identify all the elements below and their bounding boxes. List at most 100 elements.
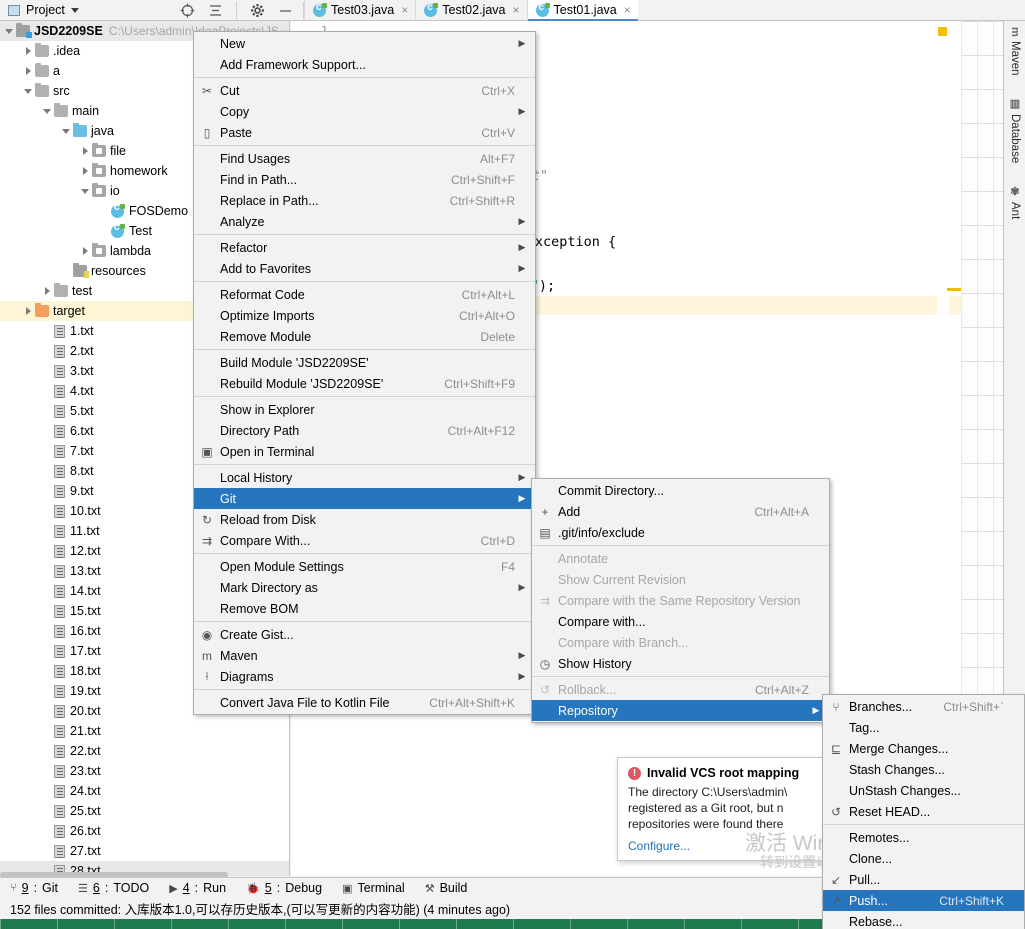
menu-item-local-history[interactable]: Local History ▶ — [194, 467, 535, 488]
menu-item-label: Add to Favorites — [220, 261, 312, 276]
menu-item-add-to-favorites[interactable]: Add to Favorites ▶ — [194, 258, 535, 279]
menu-item-directory-path[interactable]: Directory Path Ctrl+Alt+F12 — [194, 420, 535, 441]
vcs-error-balloon[interactable]: ! Invalid VCS root mapping The directory… — [617, 757, 855, 861]
menu-item-maven[interactable]: m Maven ▶ — [194, 645, 535, 666]
chevron-down-icon[interactable] — [42, 105, 54, 117]
chevron-down-icon[interactable] — [23, 85, 35, 97]
tree-node-22-txt[interactable]: 22.txt — [0, 741, 289, 761]
chevron-right-icon[interactable] — [42, 285, 54, 297]
tool-tab-maven[interactable]: m Maven — [1004, 23, 1025, 89]
menu-item-find-in-path[interactable]: Find in Path... Ctrl+Shift+F — [194, 169, 535, 190]
menu-item-cut[interactable]: ✂ Cut Ctrl+X — [194, 80, 535, 101]
menu-item-remotes[interactable]: Remotes... — [823, 827, 1024, 848]
tree-node-25-txt[interactable]: 25.txt — [0, 801, 289, 821]
menu-item-reset-head[interactable]: ↺ Reset HEAD... — [823, 801, 1024, 822]
menu-item-open-in-terminal[interactable]: ▣ Open in Terminal — [194, 441, 535, 462]
menu-item-build-module-jsd2209se[interactable]: Build Module 'JSD2209SE' — [194, 352, 535, 373]
chevron-right-icon[interactable] — [80, 245, 92, 257]
menu-item-stash-changes[interactable]: Stash Changes... — [823, 759, 1024, 780]
chevron-down-icon[interactable] — [80, 185, 92, 197]
close-icon[interactable]: × — [401, 3, 408, 17]
menu-item-branches[interactable]: ⑂ Branches... Ctrl+Shift+` — [823, 696, 1024, 717]
menu-item-copy[interactable]: Copy ▶ — [194, 101, 535, 122]
menu-item-repository[interactable]: Repository ▶ — [532, 700, 829, 721]
menu-item-find-usages[interactable]: Find Usages Alt+F7 — [194, 148, 535, 169]
tree-node-26-txt[interactable]: 26.txt — [0, 821, 289, 841]
bottom-tab-debug[interactable]: 🐞 5: Debug — [246, 881, 322, 895]
menu-item-label: Rebuild Module 'JSD2209SE' — [220, 376, 384, 391]
menu-item-git[interactable]: Git ▶ — [194, 488, 535, 509]
menu-item-reload-from-disk[interactable]: ↻ Reload from Disk — [194, 509, 535, 530]
menu-item-commit-directory[interactable]: Commit Directory... — [532, 480, 829, 501]
menu-item-rebase[interactable]: Rebase... — [823, 911, 1024, 929]
tool-tab-database[interactable]: ▥ Database — [1004, 93, 1025, 175]
balloon-line-2: registered as a Git root, but n — [628, 801, 784, 815]
bottom-tab-run[interactable]: ▶ 4: Run — [169, 881, 226, 895]
terminal-icon: ▣ — [201, 444, 213, 459]
menu-item-add[interactable]: + Add Ctrl+Alt+A — [532, 501, 829, 522]
tree-node-label: 10.txt — [70, 504, 101, 518]
tree-node-23-txt[interactable]: 23.txt — [0, 761, 289, 781]
menu-item-create-gist[interactable]: ◉ Create Gist... — [194, 624, 535, 645]
stripe-warning-mark[interactable] — [938, 27, 947, 36]
chevron-down-icon[interactable] — [4, 25, 16, 37]
menu-item-merge-changes[interactable]: ⊑ Merge Changes... — [823, 738, 1024, 759]
bottom-tab-terminal[interactable]: ▣ Terminal — [342, 881, 405, 895]
menu-item-refactor[interactable]: Refactor ▶ — [194, 237, 535, 258]
editor-tab-test01-java[interactable]: Test01.java × — [526, 0, 639, 21]
editor-tab-test03-java[interactable]: Test03.java × — [304, 0, 415, 21]
menu-item-new[interactable]: New ▶ — [194, 33, 535, 54]
context-submenu-git[interactable]: Commit Directory... + Add Ctrl+Alt+A ▤ .git/i… — [531, 478, 830, 723]
close-icon[interactable]: × — [512, 3, 519, 17]
menu-item-analyze[interactable]: Analyze ▶ — [194, 211, 535, 232]
configure-link[interactable]: Configure... — [628, 839, 690, 853]
menu-item-reformat-code[interactable]: Reformat Code Ctrl+Alt+L — [194, 284, 535, 305]
menu-item-replace-in-path[interactable]: Replace in Path... Ctrl+Shift+R — [194, 190, 535, 211]
menu-item-show-in-explorer[interactable]: Show in Explorer — [194, 399, 535, 420]
menu-item-show-history[interactable]: ◷ Show History — [532, 653, 829, 674]
context-submenu-repository[interactable]: ⑂ Branches... Ctrl+Shift+` Tag... ⊑ Merge Cha… — [822, 694, 1025, 929]
menu-item-open-module-settings[interactable]: Open Module Settings F4 — [194, 556, 535, 577]
chevron-down-icon[interactable] — [70, 7, 79, 13]
menu-item-mark-directory-as[interactable]: Mark Directory as ▶ — [194, 577, 535, 598]
bottom-tab-git[interactable]: ⑂ 9: Git — [10, 881, 58, 895]
menu-item-add-framework-support[interactable]: Add Framework Support... — [194, 54, 535, 75]
menu-item-pull[interactable]: ↙ Pull... — [823, 869, 1024, 890]
menu-item-rebuild-module-jsd2209se[interactable]: Rebuild Module 'JSD2209SE' Ctrl+Shift+F9 — [194, 373, 535, 394]
menu-item-compare-with[interactable]: Compare with... — [532, 611, 829, 632]
menu-item-tag[interactable]: Tag... — [823, 717, 1024, 738]
tree-node-21-txt[interactable]: 21.txt — [0, 721, 289, 741]
menu-item-paste[interactable]: ▯ Paste Ctrl+V — [194, 122, 535, 143]
menu-item-clone[interactable]: Clone... — [823, 848, 1024, 869]
locate-icon[interactable] — [180, 3, 195, 18]
menu-item-unstash-changes[interactable]: UnStash Changes... — [823, 780, 1024, 801]
menu-item--git-info-exclude[interactable]: ▤ .git/info/exclude — [532, 522, 829, 543]
menu-item-remove-bom[interactable]: Remove BOM — [194, 598, 535, 619]
chevron-right-icon[interactable] — [23, 305, 35, 317]
chevron-right-icon[interactable] — [23, 65, 35, 77]
gear-icon[interactable] — [250, 3, 265, 18]
tree-node-27-txt[interactable]: 27.txt — [0, 841, 289, 861]
menu-item-push[interactable]: ↗ Push... Ctrl+Shift+K — [823, 890, 1024, 911]
tree-node-24-txt[interactable]: 24.txt — [0, 781, 289, 801]
close-icon[interactable]: × — [624, 3, 631, 17]
menu-item-optimize-imports[interactable]: Optimize Imports Ctrl+Alt+O — [194, 305, 535, 326]
chevron-right-icon[interactable] — [80, 145, 92, 157]
chevron-down-icon[interactable] — [61, 125, 73, 137]
menu-item-convert-java-file-to-kotlin-file[interactable]: Convert Java File to Kotlin File Ctrl+Alt… — [194, 692, 535, 713]
bottom-tab-todo[interactable]: ☰ 6: TODO — [78, 881, 149, 895]
bottom-tab-build[interactable]: ⚒ Build — [425, 881, 468, 895]
menu-item-remove-module[interactable]: Remove Module Delete — [194, 326, 535, 347]
menu-item-compare-with[interactable]: ⇉ Compare With... Ctrl+D — [194, 530, 535, 551]
chevron-right-icon[interactable] — [80, 165, 92, 177]
tool-tab-ant[interactable]: ✾ Ant — [1004, 181, 1025, 233]
menu-item-diagrams[interactable]: ⟊ Diagrams ▶ — [194, 666, 535, 687]
project-tool-window-header[interactable]: Project — [0, 3, 170, 17]
minimize-icon[interactable] — [278, 3, 293, 18]
editor-tab-test02-java[interactable]: Test02.java × — [415, 0, 526, 21]
context-menu-project[interactable]: New ▶ Add Framework Support... ✂ Cut Ctrl+X Co… — [193, 31, 536, 715]
chevron-right-icon[interactable] — [23, 45, 35, 57]
collapse-all-icon[interactable] — [208, 3, 223, 18]
